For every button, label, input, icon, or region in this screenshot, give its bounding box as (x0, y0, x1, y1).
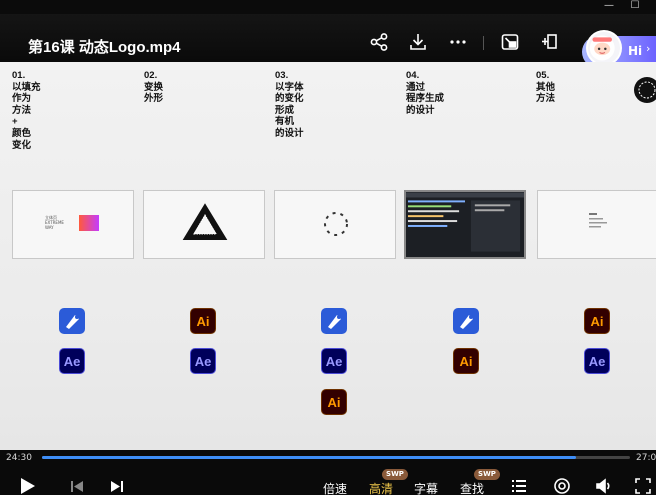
example-thumbnail-4 (404, 190, 526, 259)
column-heading-3: 03. 以字体 的变化 形成 有机 的设计 (275, 70, 304, 139)
speed-button[interactable]: 倍速 (323, 480, 347, 495)
volume-icon (596, 478, 610, 494)
example-thumbnail-1: 立体页 EXTREME WAY (12, 190, 134, 259)
search-button[interactable]: 查找 (460, 480, 484, 495)
download-button[interactable] (408, 32, 428, 52)
chevron-right-icon: › (646, 42, 651, 55)
after-effects-icon: Ae (321, 348, 347, 374)
after-effects-icon: Ae (59, 348, 85, 374)
play-button[interactable] (18, 477, 36, 495)
picture-in-picture-icon (501, 34, 519, 50)
column-heading-4: 04. 通过 程序生成 的设计 (406, 70, 445, 116)
window-titlebar: — ☐ (0, 0, 656, 14)
next-button[interactable] (108, 477, 126, 495)
video-title: 第16课 动态Logo.mp4 (28, 39, 181, 56)
column-heading-5: 05. 其他 方法 (536, 70, 556, 105)
illustrator-icon: Ai (321, 389, 347, 415)
search-badge: SWP (474, 469, 500, 480)
example-thumbnail-2 (143, 190, 265, 259)
quality-button[interactable]: 高清 (369, 480, 393, 495)
pin-window-button[interactable] (540, 32, 560, 52)
fullscreen-button[interactable] (634, 477, 652, 495)
maximize-button[interactable]: ☐ (622, 0, 648, 14)
video-frame[interactable]: 01. 以填充 作为 方法 + 颜色 变化 02. 变换 外形 03. 以字体 … (0, 62, 656, 450)
download-icon (410, 34, 426, 50)
example-thumbnail-3 (274, 190, 396, 259)
total-time: 27:0 (636, 453, 656, 463)
header-divider (483, 36, 484, 50)
progress-fill (42, 456, 576, 459)
pin-icon (542, 34, 557, 49)
astronaut-icon (589, 35, 615, 61)
volume-button[interactable] (595, 477, 613, 495)
progress-slider[interactable] (42, 456, 630, 459)
animate-pen-icon (59, 308, 85, 334)
example-thumbnail-5 (537, 190, 656, 259)
circular-logo-mark (634, 77, 656, 103)
column-heading-1: 01. 以填充 作为 方法 + 颜色 变化 (12, 70, 41, 151)
after-effects-icon: Ae (190, 348, 216, 374)
share-button[interactable] (369, 32, 389, 52)
target-icon (554, 478, 570, 494)
previous-button[interactable] (68, 477, 86, 495)
skip-forward-icon (111, 481, 123, 492)
circular-type-logo (324, 212, 348, 236)
quality-badge: SWP (382, 469, 408, 480)
animate-pen-icon (453, 308, 479, 334)
list-icon (512, 480, 526, 492)
picture-in-picture-button[interactable] (500, 32, 520, 52)
column-heading-2: 02. 变换 外形 (144, 70, 164, 105)
illustrator-icon: Ai (453, 348, 479, 374)
minimize-button[interactable]: — (596, 0, 622, 14)
assistant-avatar[interactable] (586, 30, 622, 66)
impossible-triangle-logo (182, 203, 228, 240)
illustrator-icon: Ai (190, 308, 216, 334)
settings-button[interactable] (553, 477, 571, 495)
playlist-button[interactable] (510, 477, 528, 495)
animate-pen-icon (321, 308, 347, 334)
code-editor-screenshot (406, 192, 524, 252)
after-effects-icon: Ae (584, 348, 610, 374)
more-button[interactable] (448, 32, 468, 52)
player-header: 第16课 动态Logo.mp4 Hi › (0, 14, 656, 68)
gradient-logo (79, 215, 99, 231)
current-time: 24:30 (6, 453, 32, 463)
more-icon (450, 40, 466, 44)
assistant-label: Hi (628, 44, 643, 58)
fullscreen-icon (635, 478, 651, 494)
subtitles-button[interactable]: 字幕 (414, 480, 438, 495)
skip-back-icon (71, 481, 83, 492)
share-icon (370, 33, 388, 51)
text-logo-sample (589, 213, 607, 228)
thumbnail-text: 立体页 EXTREME WAY (45, 215, 64, 230)
illustrator-icon: Ai (584, 308, 610, 334)
play-icon (21, 478, 35, 494)
